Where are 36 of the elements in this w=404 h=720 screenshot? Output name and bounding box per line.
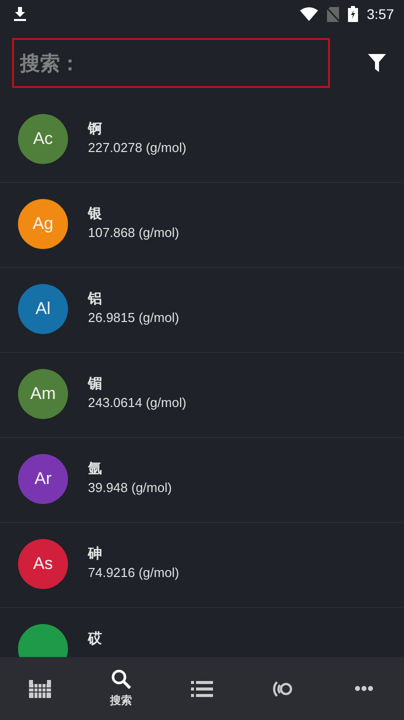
element-row[interactable]: Am 镅 243.0614 (g/mol) xyxy=(0,353,404,438)
element-mass: 227.0278 (g/mol) xyxy=(88,140,186,155)
element-mass: 74.9216 (g/mol) xyxy=(88,565,180,580)
no-sim-icon xyxy=(326,6,339,22)
list-icon xyxy=(190,680,213,696)
download-icon xyxy=(14,7,26,21)
wifi-icon xyxy=(300,7,318,21)
element-row[interactable]: Ag 银 107.868 (g/mol) xyxy=(0,183,404,268)
element-mass: 39.948 (g/mol) xyxy=(88,480,172,495)
element-avatar: Al xyxy=(18,284,68,334)
element-mass: 243.0614 (g/mol) xyxy=(88,395,186,410)
element-avatar: Ac xyxy=(18,114,68,164)
element-name: 锕 xyxy=(88,120,103,138)
element-row[interactable]: Ac 锕 227.0278 (g/mol) xyxy=(0,98,404,183)
element-mass: 26.9815 (g/mol) xyxy=(88,310,180,325)
element-row[interactable]: Al 铝 26.9815 (g/mol) xyxy=(0,268,404,353)
periodic-table-icon xyxy=(29,680,52,698)
element-avatar: Ar xyxy=(18,454,68,504)
element-name: 银 xyxy=(88,205,103,223)
status-time: 3:57 xyxy=(366,6,394,22)
element-row[interactable]: Ar 氩 39.948 (g/mol) xyxy=(0,438,404,523)
element-name: 镅 xyxy=(88,375,103,393)
more-icon xyxy=(354,686,373,691)
element-mass: 107.868 (g/mol) xyxy=(88,225,180,240)
element-avatar: Am xyxy=(18,369,68,419)
search-icon xyxy=(111,669,132,689)
element-name: 砷 xyxy=(88,545,103,563)
signal-waves-icon xyxy=(270,678,295,698)
element-name: 铝 xyxy=(88,290,103,308)
element-avatar: Ag xyxy=(18,199,68,249)
element-name: 砹 xyxy=(88,630,102,648)
filter-icon[interactable] xyxy=(368,54,386,72)
battery-icon xyxy=(348,6,358,22)
element-avatar: As xyxy=(18,539,68,589)
element-row[interactable]: As 砷 74.9216 (g/mol) xyxy=(0,523,404,608)
element-name: 氩 xyxy=(88,460,103,478)
